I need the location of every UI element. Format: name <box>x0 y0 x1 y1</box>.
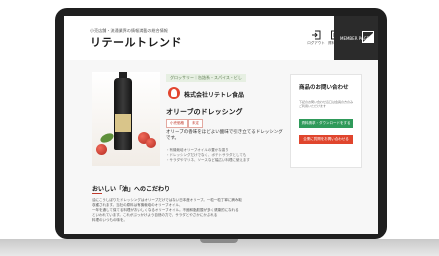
contact-card: 商品のお問い合わせ 下記のお問い合わせ窓口は会員の方のみご利用いただけます 資料… <box>290 74 362 168</box>
site-logo[interactable]: リテールトレンド <box>90 34 182 50</box>
logout-icon <box>312 30 321 40</box>
inquiry-button[interactable]: 企業に質問をお問い合わせる <box>299 135 353 144</box>
member-icon <box>362 31 374 43</box>
member-page-button[interactable]: MEMBER PAGE <box>334 16 378 60</box>
feature-item: ・サラダやマリネ、ソースなど幅広い料理に使えます <box>166 158 250 163</box>
price-badges: 小売価格 未定 <box>166 119 203 128</box>
price-label-badge: 小売価格 <box>166 119 188 128</box>
contact-note: 下記のお問い合わせ窓口は会員の方のみご利用いただけます <box>299 100 354 108</box>
category-tag[interactable]: グロッサリー｜缶詰系・スパイス・ビし <box>166 74 246 82</box>
logout-label: ログアウト <box>307 41 325 45</box>
section-body: 油にこうしぼりたドレッシングはオリーブだけではない日本産オリーブ。一粒一粒丁寧に… <box>92 198 242 223</box>
product-photo <box>92 72 160 166</box>
section-title: おいしい「油」へのこだわり <box>92 186 171 193</box>
leaf <box>98 131 116 145</box>
product-detail: グロッサリー｜缶詰系・スパイス・ビし 株式会社リテトレ食品 オリーブのドレッシン… <box>64 60 378 234</box>
product-name: オリーブのドレッシング <box>166 108 243 116</box>
section-line: 料理のいつもの味を。 <box>92 218 127 222</box>
contact-title: 商品のお問い合わせ <box>299 85 349 91</box>
site-header: 小売店舗・流通業界の情報満載の総合情報 リテールトレンド ログアウト 資料請求 … <box>64 16 378 61</box>
price-value-badge: 未定 <box>188 119 203 128</box>
section-divider <box>92 193 102 194</box>
product-description: オリーブの香味をほどよい酸味で引き立てるドレッシングです。 <box>166 130 283 141</box>
feature-list: ・有機栽培オリーブオイルの豊かな香り ・ドレッシングだけでなく、ポテトサラダとし… <box>166 148 284 164</box>
tomato <box>96 144 107 155</box>
company-name[interactable]: 株式会社リテトレ食品 <box>184 90 244 99</box>
company-logo <box>168 87 180 99</box>
laptop-notch <box>200 239 238 243</box>
bottle-label <box>115 114 131 132</box>
laptop-screen: 小売店舗・流通業界の情報満載の総合情報 リテールトレンド ログアウト 資料請求 … <box>64 16 378 234</box>
logout-button[interactable]: ログアウト <box>307 30 325 46</box>
download-button[interactable]: 資料請求・ダウンロードをする <box>299 119 353 128</box>
tomato <box>146 138 156 148</box>
